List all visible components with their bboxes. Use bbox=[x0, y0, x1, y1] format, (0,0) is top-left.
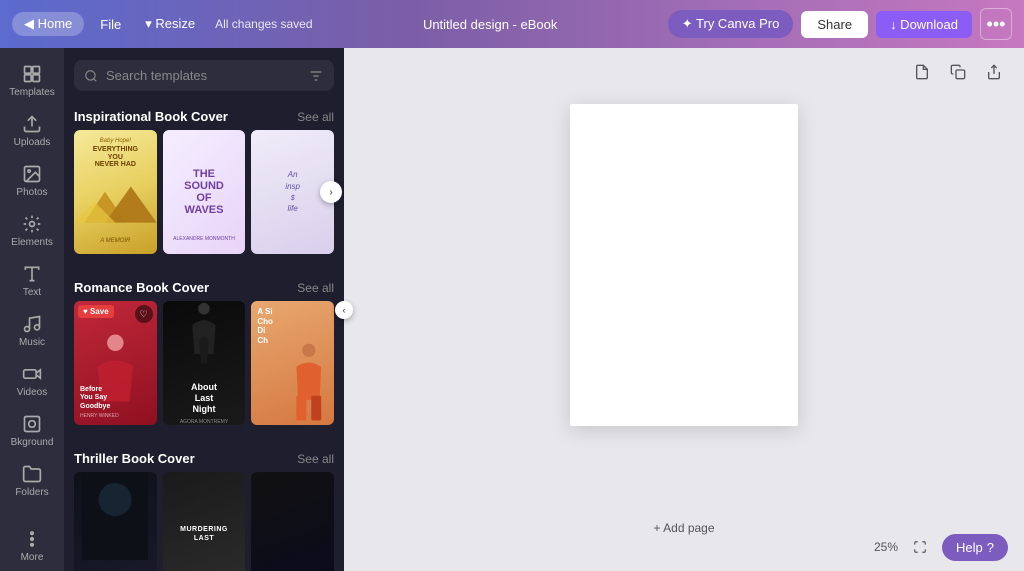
thriller-section-title: Thriller Book Cover bbox=[74, 451, 195, 466]
sidebar-item-more[interactable]: More bbox=[0, 521, 64, 571]
template-card-thriller-2[interactable]: MURDERINGLAST bbox=[163, 472, 246, 571]
sidebar-label-background: Bkground bbox=[11, 437, 54, 448]
zoom-expand-button[interactable] bbox=[906, 533, 934, 561]
inspirational-section-header: Inspirational Book Cover See all bbox=[64, 99, 344, 130]
search-bar-container bbox=[64, 48, 344, 99]
note-icon bbox=[914, 64, 930, 80]
resize-button[interactable]: ▾ Resize bbox=[137, 12, 203, 36]
search-input[interactable] bbox=[106, 60, 300, 91]
sidebar-label-folders: Folders bbox=[15, 487, 48, 498]
try-pro-button[interactable]: ✦ Try Canva Pro bbox=[668, 10, 794, 38]
document-title: Untitled design - eBook bbox=[423, 17, 557, 32]
template-card-romance-2[interactable]: AboutLastNight AGORA MONTREMY bbox=[163, 301, 246, 425]
zoom-controls: 25% Help ? bbox=[874, 533, 1008, 561]
canvas-toolbar bbox=[908, 58, 1008, 86]
romance-section-title: Romance Book Cover bbox=[74, 280, 209, 295]
main-area: Templates Uploads Photos Elements Text M… bbox=[0, 48, 1024, 571]
sidebar-item-background[interactable]: Bkground bbox=[0, 406, 64, 456]
panel-collapse-button[interactable]: ‹ bbox=[335, 301, 353, 319]
silhouette-graphic bbox=[175, 301, 233, 378]
sidebar-label-more: More bbox=[21, 552, 44, 563]
save-badge: ♥ Save bbox=[78, 305, 114, 318]
thriller-graphic-1 bbox=[82, 472, 148, 560]
template-card-romance-1[interactable]: ♥ Save ♡ BeforeYou SayGoodbye HENRY WINK… bbox=[74, 301, 157, 425]
canvas-copy-button[interactable] bbox=[944, 58, 972, 86]
romance-see-all-button[interactable]: See all bbox=[297, 281, 334, 295]
canvas-page[interactable] bbox=[570, 104, 798, 426]
canvas-share-button[interactable] bbox=[980, 58, 1008, 86]
sidebar-item-templates[interactable]: Templates bbox=[0, 56, 64, 106]
add-page-button[interactable]: + Add page bbox=[653, 521, 714, 535]
template-card-thriller-3[interactable] bbox=[251, 472, 334, 571]
download-button[interactable]: ↓ Download bbox=[876, 11, 972, 38]
sidebar-item-photos[interactable]: Photos bbox=[0, 156, 64, 206]
sidebar-label-photos: Photos bbox=[16, 187, 47, 198]
thriller-see-all-button[interactable]: See all bbox=[297, 452, 334, 466]
search-icon bbox=[84, 69, 98, 83]
sidebar-item-music[interactable]: Music bbox=[0, 306, 64, 356]
more-options-button[interactable]: ••• bbox=[980, 8, 1012, 40]
saved-status: All changes saved bbox=[215, 17, 312, 31]
sidebar-label-templates: Templates bbox=[9, 87, 55, 98]
template-card-thriller-1[interactable]: DON'T GOTHERE bbox=[74, 472, 157, 571]
back-home-button[interactable]: ◀ Home bbox=[12, 12, 84, 36]
template-card-inspo-1[interactable]: Baby Hope! EVERYTHINGYOUNEVER HAD A MEMO… bbox=[74, 130, 157, 254]
inspirational-next-arrow[interactable]: › bbox=[320, 181, 342, 203]
sidebar-label-text: Text bbox=[23, 287, 41, 298]
romance-template-grid: ♥ Save ♡ BeforeYou SayGoodbye HENRY WINK… bbox=[64, 301, 344, 425]
filter-icon[interactable] bbox=[308, 68, 324, 84]
inspirational-section-title: Inspirational Book Cover bbox=[74, 109, 228, 124]
heart-icon: ♡ bbox=[135, 305, 153, 323]
share-button[interactable]: Share bbox=[801, 11, 868, 38]
help-button[interactable]: Help ? bbox=[942, 534, 1008, 561]
help-label: Help bbox=[956, 540, 983, 555]
sidebar-label-uploads: Uploads bbox=[14, 137, 51, 148]
help-icon: ? bbox=[987, 540, 994, 555]
sidebar: Templates Uploads Photos Elements Text M… bbox=[0, 48, 64, 571]
inspirational-template-grid: Baby Hope! EVERYTHINGYOUNEVER HAD A MEMO… bbox=[64, 130, 344, 254]
file-menu-button[interactable]: File bbox=[92, 13, 129, 36]
template-card-inspo-2[interactable]: THESOUNDOFWAVES ALEXANDRE MONMONTH bbox=[163, 130, 246, 254]
thriller-section-header: Thriller Book Cover See all bbox=[64, 441, 344, 472]
person-graphic bbox=[284, 342, 334, 425]
sidebar-label-videos: Videos bbox=[17, 387, 47, 398]
sidebar-item-text[interactable]: Text bbox=[0, 256, 64, 306]
template-card-romance-3[interactable]: A SiChoDiCh bbox=[251, 301, 334, 425]
romance-section-header: Romance Book Cover See all bbox=[64, 270, 344, 301]
share-icon bbox=[986, 64, 1002, 80]
canvas-note-button[interactable] bbox=[908, 58, 936, 86]
search-input-wrapper bbox=[74, 60, 334, 91]
copy-icon bbox=[950, 64, 966, 80]
mountain-graphic bbox=[74, 171, 157, 223]
expand-icon bbox=[913, 540, 927, 554]
inspirational-see-all-button[interactable]: See all bbox=[297, 110, 334, 124]
top-navigation: ◀ Home File ▾ Resize All changes saved U… bbox=[0, 0, 1024, 48]
sidebar-label-elements: Elements bbox=[11, 237, 53, 248]
sidebar-item-elements[interactable]: Elements bbox=[0, 206, 64, 256]
sidebar-item-videos[interactable]: Videos bbox=[0, 356, 64, 406]
canvas-area: + Add page 25% Help ? bbox=[344, 48, 1024, 571]
sidebar-item-folders[interactable]: Folders bbox=[0, 456, 64, 506]
sidebar-item-uploads[interactable]: Uploads bbox=[0, 106, 64, 156]
thriller-template-grid: DON'T GOTHERE MURDERINGLAST bbox=[64, 472, 344, 571]
template-panel: Inspirational Book Cover See all Baby Ho… bbox=[64, 48, 344, 571]
sidebar-label-music: Music bbox=[19, 337, 45, 348]
zoom-level: 25% bbox=[874, 540, 898, 554]
